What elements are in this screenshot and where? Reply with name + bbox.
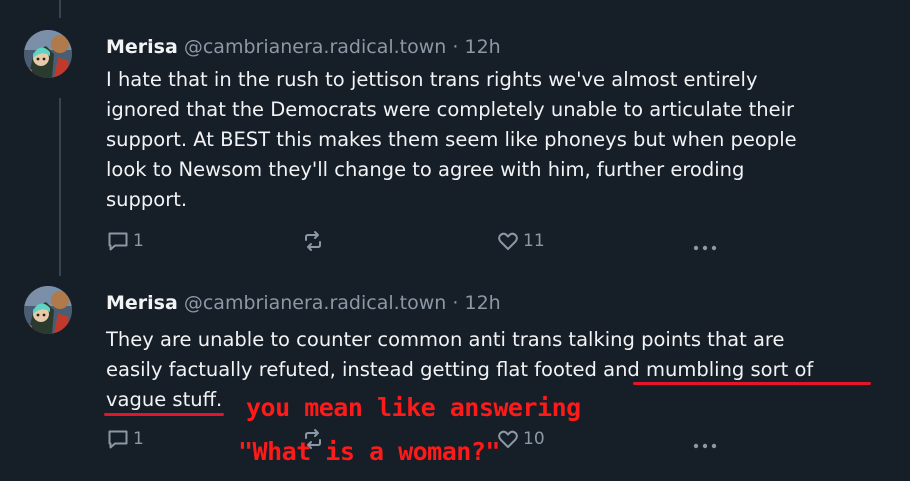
post-text: I hate that in the rush to jettison tran… — [106, 65, 881, 215]
like-button[interactable]: 11 — [496, 229, 545, 253]
annotation-line-2: "What is a woman?" — [238, 437, 500, 466]
reply-count: 1 — [133, 231, 144, 251]
avatar[interactable] — [24, 286, 72, 334]
avatar-illustration — [24, 286, 72, 334]
author-handle[interactable]: @cambrianera.radical.town — [184, 292, 446, 314]
red-underline — [633, 382, 871, 385]
post-text-line: support. At BEST this makes them seem li… — [106, 128, 797, 151]
heart-icon — [498, 232, 518, 250]
repost-arrows-icon — [305, 231, 321, 251]
like-count: 10 — [523, 429, 545, 449]
underlined-text: vague stuff — [106, 388, 217, 411]
post-text-line: I hate that in the rush to jettison tran… — [106, 68, 758, 91]
speech-bubble-icon — [108, 232, 128, 251]
annotation-line-1: you mean like answering — [246, 393, 581, 422]
more-dots-icon — [693, 245, 717, 251]
like-count: 11 — [523, 231, 545, 251]
reply-button[interactable]: 1 — [106, 229, 144, 253]
speech-bubble-icon — [108, 430, 128, 449]
reply-count: 1 — [133, 429, 144, 449]
post-text-line: easily factually refuted, instead gettin… — [106, 355, 881, 385]
author-name[interactable]: Merisa — [106, 36, 178, 58]
author-name[interactable]: Merisa — [106, 292, 178, 314]
more-button[interactable] — [692, 237, 718, 256]
post-time[interactable]: 12h — [464, 36, 500, 58]
author-handle[interactable]: @cambrianera.radical.town — [184, 36, 446, 58]
post-text-line: ignored that the Democrats were complete… — [106, 98, 795, 121]
underlined-text: and mumbling sort of — [603, 358, 814, 381]
repost-button[interactable] — [301, 229, 325, 253]
more-button[interactable] — [692, 435, 718, 454]
post-text-line: look to Newsom they'll change to agree w… — [106, 158, 745, 181]
post-1[interactable]: Merisa @cambrianera.radical.town · 12h I… — [0, 0, 910, 270]
post-time[interactable]: 12h — [464, 292, 500, 314]
post-text-segment: . — [216, 388, 223, 411]
post-header: Merisa @cambrianera.radical.town · 12h — [106, 35, 501, 59]
separator-dot: · — [452, 292, 459, 314]
post-header: Merisa @cambrianera.radical.town · 12h — [106, 291, 501, 315]
like-button[interactable]: 10 — [496, 427, 545, 451]
avatar[interactable] — [24, 30, 72, 78]
avatar-illustration — [24, 30, 72, 78]
post-text-segment: easily factually refuted, instead gettin… — [106, 358, 604, 381]
post-actions: 1 11 — [106, 229, 726, 255]
more-dots-icon — [693, 443, 717, 449]
post-text-line: They are unable to counter common anti t… — [106, 328, 785, 351]
reply-button[interactable]: 1 — [106, 427, 144, 451]
separator-dot: · — [452, 36, 459, 58]
red-underline — [104, 413, 224, 416]
post-text-line: support. — [106, 188, 188, 211]
